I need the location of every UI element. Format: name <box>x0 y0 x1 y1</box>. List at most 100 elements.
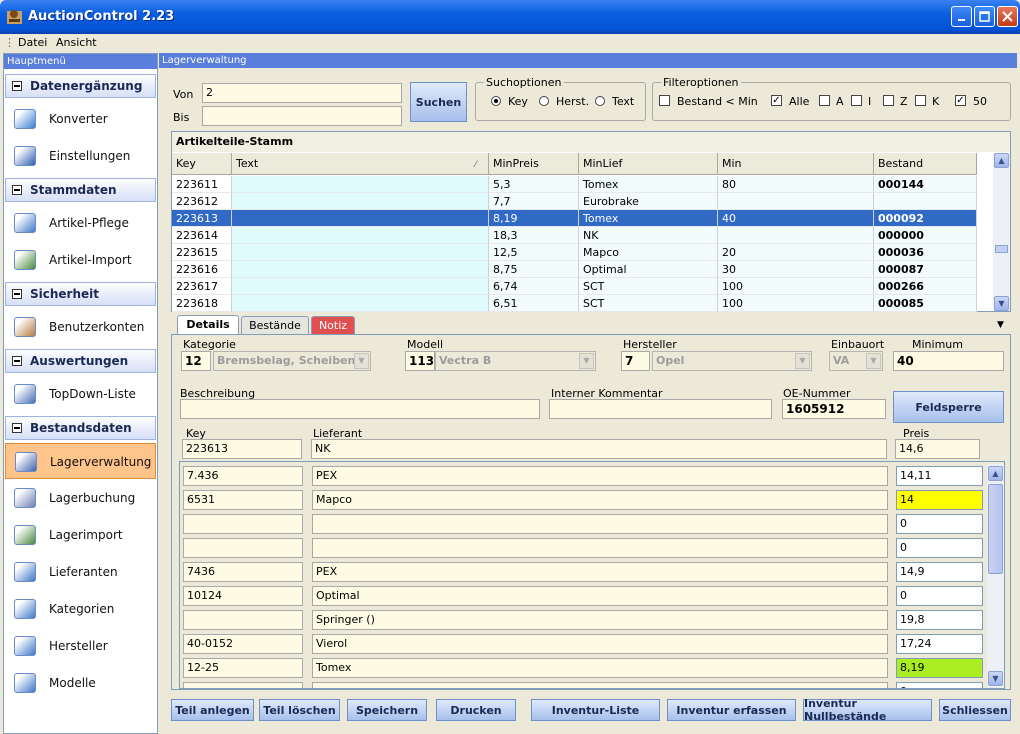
supplier-price-field[interactable]: 17,24 <box>896 634 983 654</box>
table-row[interactable]: 223611 5,3 Tomex 80 000144 <box>172 176 977 193</box>
k-checkbox[interactable] <box>915 95 926 106</box>
scroll-up-icon[interactable]: ▲ <box>988 466 1003 481</box>
tab-details[interactable]: Details <box>177 315 239 335</box>
radio-text[interactable] <box>595 96 605 106</box>
modell-select[interactable]: Vectra B ▼ <box>435 351 596 371</box>
scroll-up-icon[interactable]: ▲ <box>994 153 1009 168</box>
chevron-down-icon[interactable]: ▼ <box>866 353 881 369</box>
collapse-icon[interactable] <box>12 423 22 433</box>
search-button[interactable]: Suchen <box>410 82 467 122</box>
hersteller-number[interactable]: 7 <box>621 351 650 371</box>
fifty-checkbox[interactable]: ✓ <box>955 95 966 106</box>
sidebar-item-artikel-pflege[interactable]: Artikel-Pflege <box>5 205 156 241</box>
supplier-key-field[interactable]: 7436 <box>183 562 303 582</box>
supplier-scrollbar[interactable]: ▲ ▼ <box>987 464 1004 688</box>
radio-herst[interactable] <box>539 96 549 106</box>
scroll-down-icon[interactable]: ▼ <box>994 296 1009 311</box>
supplier-name-field[interactable] <box>312 514 888 534</box>
supplier-name-field[interactable]: Springer () <box>312 610 888 630</box>
scroll-down-icon[interactable]: ▼ <box>988 671 1003 686</box>
grid-scrollbar[interactable]: ▲ ▼ <box>993 153 1010 311</box>
supplier-name-field[interactable]: Tomex <box>312 658 888 678</box>
feldsperre-button[interactable]: Feldsperre <box>893 391 1004 423</box>
supplier-price-field[interactable]: 0 <box>896 538 983 558</box>
menu-ansicht[interactable]: Ansicht <box>56 36 97 49</box>
sidebar-item-artikel-import[interactable]: Artikel-Import <box>5 242 156 278</box>
sidebar-item-modelle[interactable]: Modelle <box>5 665 156 701</box>
supplier-key-field[interactable] <box>183 514 303 534</box>
sidebar-item-lagerverwaltung[interactable]: Lagerverwaltung <box>5 443 156 479</box>
supplier-name-field[interactable]: Mapco <box>312 490 888 510</box>
preis-input[interactable]: 14,6 <box>895 439 980 459</box>
drucken-button[interactable]: Drucken <box>436 699 516 721</box>
supplier-name-field[interactable] <box>312 538 888 558</box>
menu-datei[interactable]: Datei <box>18 36 47 49</box>
collapse-icon[interactable] <box>12 81 22 91</box>
sidebar-item-konverter[interactable]: Konverter <box>5 101 156 137</box>
col-minpreis[interactable]: MinPreis <box>489 153 579 175</box>
teil-anlegen-button[interactable]: Teil anlegen <box>171 699 254 721</box>
collapse-icon[interactable] <box>12 185 22 195</box>
einbauort-select[interactable]: VA ▼ <box>829 351 883 371</box>
supplier-price-field[interactable]: 8,19 <box>896 658 983 678</box>
kommentar-input[interactable] <box>549 399 772 419</box>
inventur-liste-button[interactable]: Inventur-Liste <box>531 699 660 721</box>
collapse-icon[interactable] <box>12 289 22 299</box>
minimum-input[interactable]: 40 <box>893 351 1004 371</box>
table-row[interactable]: 223612 7,7 Eurobrake <box>172 193 977 210</box>
schliessen-button[interactable]: Schliessen <box>939 699 1011 721</box>
col-key[interactable]: Key <box>172 153 232 175</box>
inventur-erfassen-button[interactable]: Inventur erfassen <box>667 699 796 721</box>
teil-loeschen-button[interactable]: Teil löschen <box>259 699 340 721</box>
supplier-price-field[interactable]: 14,11 <box>896 466 983 486</box>
chevron-down-icon[interactable]: ▼ <box>795 353 810 369</box>
scroll-thumb[interactable] <box>995 245 1008 253</box>
minimize-button[interactable] <box>951 6 972 27</box>
table-row[interactable]: 223616 8,75 Optimal 30 000087 <box>172 261 977 278</box>
supplier-price-field[interactable]: 14 <box>896 490 983 510</box>
sidebar-section-1[interactable]: Stammdaten <box>5 178 156 202</box>
scroll-thumb[interactable] <box>988 484 1003 574</box>
sidebar-item-kategorien[interactable]: Kategorien <box>5 591 156 627</box>
i-checkbox[interactable] <box>851 95 862 106</box>
supplier-key-field[interactable]: 40-0152 <box>183 634 303 654</box>
supplier-price-field[interactable]: 0 <box>896 586 983 606</box>
supplier-key-field[interactable]: 10124 <box>183 586 303 606</box>
supplier-price-field[interactable]: 19,8 <box>896 610 983 630</box>
supplier-key-field[interactable]: 7.436 <box>183 466 303 486</box>
sidebar-section-4[interactable]: Bestandsdaten <box>5 416 156 440</box>
chevron-down-icon[interactable]: ▼ <box>354 353 369 369</box>
collapse-icon[interactable] <box>12 356 22 366</box>
table-row[interactable]: 223614 18,3 NK 000000 <box>172 227 977 244</box>
chevron-down-icon[interactable]: ▼ <box>579 353 594 369</box>
bis-input[interactable] <box>202 106 402 126</box>
table-row[interactable]: 223617 6,74 SCT 100 000266 <box>172 278 977 295</box>
sidebar-item-benutzerkonten[interactable]: Benutzerkonten <box>5 309 156 345</box>
table-row[interactable]: 223618 6,51 SCT 100 000085 <box>172 295 977 312</box>
supplier-name-field[interactable]: PEX <box>312 466 888 486</box>
beschreibung-input[interactable] <box>180 399 540 419</box>
close-button[interactable] <box>997 6 1018 27</box>
lieferant-input[interactable]: NK <box>311 439 887 459</box>
hersteller-select[interactable]: Opel ▼ <box>652 351 812 371</box>
modell-number[interactable]: 113 <box>405 351 435 371</box>
sidebar-item-lieferanten[interactable]: Lieferanten <box>5 554 156 590</box>
kategorie-select[interactable]: Bremsbelag, Scheibenbr ▼ <box>213 351 371 371</box>
supplier-name-field[interactable]: Optimal <box>312 586 888 606</box>
key-input[interactable]: 223613 <box>182 439 302 459</box>
supplier-price-field[interactable]: 14,9 <box>896 562 983 582</box>
supplier-name-field[interactable]: PEX <box>312 562 888 582</box>
sidebar-section-0[interactable]: Datenergänzung <box>5 74 156 98</box>
sidebar-item-hersteller[interactable]: Hersteller <box>5 628 156 664</box>
supplier-name-field[interactable]: Vierol <box>312 634 888 654</box>
maximize-button[interactable] <box>974 6 995 27</box>
supplier-key-field[interactable]: 12-25 <box>183 658 303 678</box>
alle-checkbox[interactable]: ✓ <box>771 95 782 106</box>
kategorie-number[interactable]: 12 <box>181 351 211 371</box>
tab-bestaende[interactable]: Bestände <box>241 316 309 334</box>
von-input[interactable]: 2 <box>202 83 402 103</box>
tab-menu-icon[interactable]: ▼ <box>997 320 1004 330</box>
radio-key[interactable] <box>491 96 501 106</box>
oe-input[interactable]: 1605912 <box>782 399 886 419</box>
inventur-nullbestaende-button[interactable]: Inventur Nullbestände <box>803 697 932 723</box>
